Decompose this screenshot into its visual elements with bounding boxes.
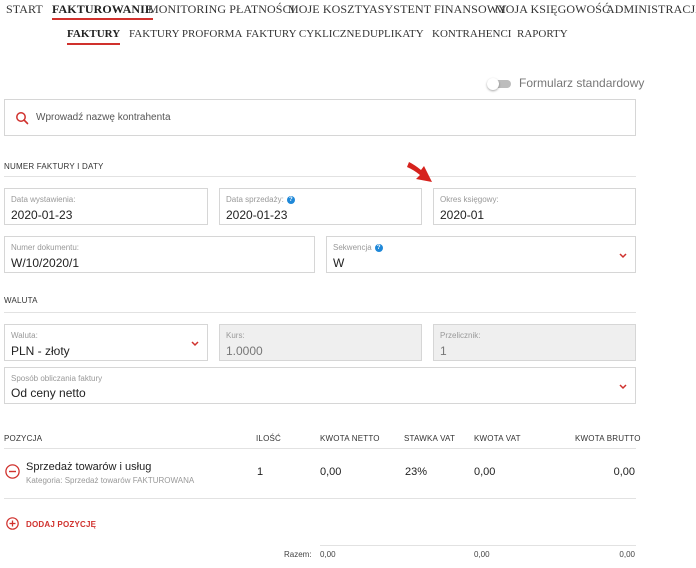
contractor-search-input[interactable]: Wprowadź nazwę kontrahenta [4, 99, 636, 136]
annotation-arrow-icon [407, 162, 432, 182]
nav-item-asystent[interactable]: ASYSTENT FINANSOWY [369, 0, 507, 17]
sequence-value: W [333, 256, 345, 270]
nav-item-monitoring[interactable]: MONITORING PŁATNOŚCI [148, 0, 295, 17]
sequence-select[interactable]: Sekwencja ? W [326, 236, 636, 273]
subnav-item-faktury[interactable]: FAKTURY [67, 28, 121, 45]
accounting-period-field[interactable]: Okres księgowy: 2020-01 [433, 188, 636, 225]
form-mode-label: Formularz standardowy [519, 76, 645, 90]
add-position-icon[interactable] [6, 517, 19, 530]
multiplier-value: 1 [440, 344, 447, 358]
currency-value: PLN - złoty [11, 344, 70, 358]
main-navigation: START FAKTUROWANIE MONITORING PŁATNOŚCI … [0, 0, 696, 20]
totals-vat: 0,00 [474, 550, 490, 559]
issue-date-field[interactable]: Data wystawienia: 2020-01-23 [4, 188, 208, 225]
document-number-label: Numer dokumentu: [11, 243, 80, 252]
section-divider [4, 176, 636, 177]
subnav-item-duplikaty[interactable]: DUPLIKATY [362, 28, 424, 40]
section-title-currency: WALUTA [4, 296, 38, 305]
nav-item-moje-koszty[interactable]: MOJE KOSZTY [288, 0, 371, 17]
issue-date-label: Data wystawienia: [11, 195, 76, 204]
exchange-rate-value: 1.0000 [226, 344, 263, 358]
toggle-knob [487, 78, 499, 90]
col-header-vat: KWOTA VAT [474, 434, 521, 443]
totals-label: Razem: [284, 550, 312, 559]
col-header-net: KWOTA NETTO [320, 434, 380, 443]
subnav-item-raporty[interactable]: RAPORTY [517, 28, 568, 40]
search-icon [16, 112, 29, 125]
chevron-down-icon [619, 253, 627, 259]
table-header-divider [4, 448, 636, 449]
nav-item-administracja[interactable]: ADMINISTRACJA [606, 0, 696, 17]
calc-method-select[interactable]: Sposób obliczania faktury Od ceny netto [4, 367, 636, 404]
item-vat: 0,00 [474, 466, 496, 478]
form-mode-toggle[interactable] [487, 78, 512, 90]
totals-net: 0,00 [320, 550, 336, 559]
col-header-vat-rate: STAWKA VAT [404, 434, 456, 443]
help-icon[interactable]: ? [286, 195, 295, 204]
currency-label: Waluta: [11, 331, 38, 340]
accounting-period-value: 2020-01 [440, 208, 485, 222]
row-divider [4, 498, 636, 499]
add-position-button[interactable]: DODAJ POZYCJĘ [26, 520, 96, 529]
nav-item-start[interactable]: START [6, 0, 43, 17]
accounting-period-label: Okres księgowy: [440, 195, 499, 204]
nav-item-fakturowanie[interactable]: FAKTUROWANIE [52, 0, 153, 20]
calc-method-value: Od ceny netto [11, 386, 86, 400]
remove-row-icon[interactable] [5, 464, 20, 479]
section-title-invoice: NUMER FAKTURY I DATY [4, 162, 104, 171]
subnav-item-kontrahenci[interactable]: KONTRAHENCI [432, 28, 511, 40]
chevron-down-icon [191, 341, 199, 347]
calc-method-label: Sposób obliczania faktury [11, 374, 103, 383]
totals-gross: 0,00 [619, 550, 635, 559]
item-gross[interactable]: 0,00 [614, 466, 635, 478]
item-vat-rate[interactable]: 23% [405, 466, 427, 478]
col-header-position: POZYCJA [4, 434, 43, 443]
sequence-label: Sekwencja [333, 243, 372, 252]
col-header-gross: KWOTA BRUTTO [575, 434, 641, 443]
multiplier-label: Przelicznik: [440, 331, 481, 340]
exchange-rate-field: Kurs: 1.0000 [219, 324, 422, 361]
document-number-field[interactable]: Numer dokumentu: W/10/2020/1 [4, 236, 315, 273]
subnav-item-cykliczne[interactable]: FAKTURY CYKLICZNE [246, 28, 361, 40]
nav-item-ksiegowosc[interactable]: MOJA KSIĘGOWOŚĆ [495, 0, 610, 17]
item-net[interactable]: 0,00 [320, 466, 341, 478]
sequence-label-wrap: Sekwencja ? [333, 243, 383, 252]
sub-navigation: FAKTURY FAKTURY PROFORMA FAKTURY CYKLICZ… [0, 26, 696, 46]
chevron-down-icon [619, 384, 627, 390]
sale-date-label: Data sprzedaży: [226, 195, 284, 204]
document-number-value: W/10/2020/1 [11, 256, 80, 270]
search-placeholder: Wprowadź nazwę kontrahenta [36, 112, 171, 123]
section-divider [4, 312, 636, 313]
exchange-rate-label: Kurs: [226, 331, 245, 340]
item-category: Kategoria: Sprzedaż towarów FAKTUROWANA [26, 476, 195, 485]
item-name[interactable]: Sprzedaż towarów i usług [26, 461, 151, 473]
col-header-quantity: ILOŚĆ [256, 434, 282, 443]
item-quantity[interactable]: 1 [257, 466, 263, 478]
currency-select[interactable]: Waluta: PLN - złoty [4, 324, 208, 361]
issue-date-value: 2020-01-23 [11, 208, 73, 222]
subnav-item-proforma[interactable]: FAKTURY PROFORMA [129, 28, 242, 40]
sale-date-field[interactable]: Data sprzedaży: ? 2020-01-23 [219, 188, 422, 225]
help-icon[interactable]: ? [374, 243, 383, 252]
totals-divider [320, 545, 636, 546]
sale-date-label-wrap: Data sprzedaży: ? [226, 195, 295, 204]
sale-date-value: 2020-01-23 [226, 208, 288, 222]
multiplier-field: Przelicznik: 1 [433, 324, 636, 361]
